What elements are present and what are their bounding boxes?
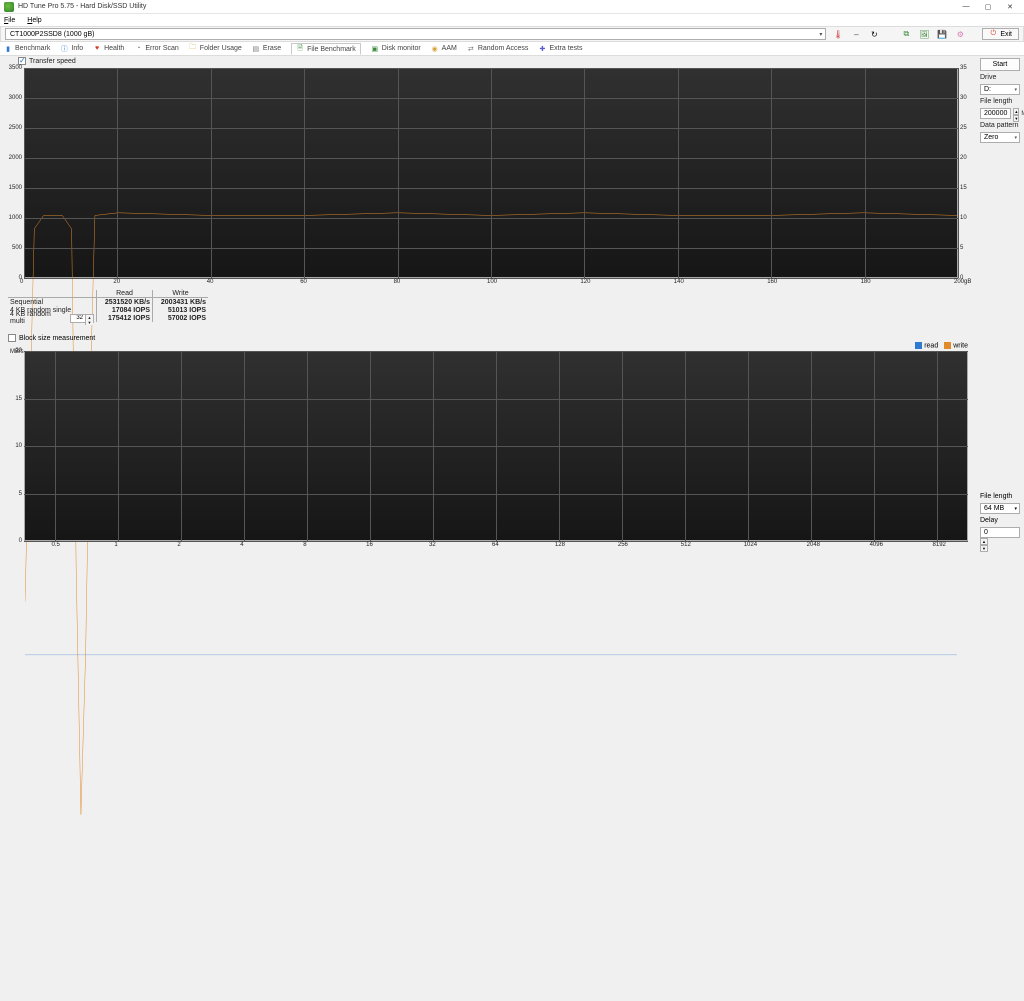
drive-select-value: CT1000P2SSD8 (1000 gB) xyxy=(10,31,94,38)
transfer-controls: Start Drive D: File length 200000 ▲▼ MB … xyxy=(980,58,1020,143)
refresh-icon[interactable]: ↻ xyxy=(868,28,880,40)
tab-info[interactable]: ⓘInfo xyxy=(60,45,83,53)
tab-benchmark[interactable]: ▮Benchmark xyxy=(4,45,50,53)
extra-icon: ✚ xyxy=(538,45,546,53)
file-icon: 🗎 xyxy=(296,45,304,53)
menu-file[interactable]: File xyxy=(4,17,15,24)
delay-input[interactable]: 0 xyxy=(980,527,1020,538)
transfer-chart-zone: Transfer speed 0500100015002000250030003… xyxy=(8,56,974,288)
temperature-value: – xyxy=(850,28,862,40)
monitor-icon: ▣ xyxy=(371,45,379,53)
app-icon xyxy=(4,2,14,12)
chart-icon: ▮ xyxy=(4,45,12,53)
read-swatch xyxy=(915,342,922,349)
temperature-icon[interactable]: 🌡 xyxy=(832,28,844,40)
transfer-legend-label: Transfer speed xyxy=(29,58,76,65)
drive-letter-select[interactable]: D: xyxy=(980,84,1020,95)
aam-icon: ◉ xyxy=(431,45,439,53)
4k-multi-write: 57002 IOPS xyxy=(152,314,208,322)
4k-single-read: 17084 IOPS xyxy=(96,306,152,314)
tab-erase[interactable]: ▤Erase xyxy=(252,45,281,53)
4k-single-write: 51013 IOPS xyxy=(152,306,208,314)
window-title: HD Tune Pro 5.75 - Hard Disk/SSD Utility xyxy=(18,3,956,10)
file-benchmark-panel: Transfer speed 0500100015002000250030003… xyxy=(0,56,1024,557)
row-4k-multi: 4 KB random multi ▲▼ xyxy=(8,314,96,322)
transfer-legend: Transfer speed xyxy=(8,56,974,66)
tab-extra-tests[interactable]: ✚Extra tests xyxy=(538,45,582,53)
erase-icon: ▤ xyxy=(252,45,260,53)
file-length-spinner[interactable]: ▲▼ xyxy=(1013,108,1019,119)
4k-multi-read: 175412 IOPS xyxy=(96,314,152,322)
col-read: Read xyxy=(96,290,152,298)
drive-label: Drive xyxy=(980,74,1020,81)
tab-aam[interactable]: ◉AAM xyxy=(431,45,457,53)
minimize-button[interactable]: — xyxy=(956,2,976,12)
delay-label: Delay xyxy=(980,517,1020,524)
exit-label: Exit xyxy=(1000,31,1012,38)
write-swatch xyxy=(944,342,951,349)
results-table: Read Write Sequential 2531520 KB/s 20034… xyxy=(8,290,974,332)
row-sequential: Sequential xyxy=(8,298,96,306)
title-bar: HD Tune Pro 5.75 - Hard Disk/SSD Utility… xyxy=(0,0,1024,14)
copy-icon[interactable]: ⧉ xyxy=(900,28,912,40)
exit-icon: ⏻ xyxy=(989,30,997,38)
col-write: Write xyxy=(152,290,208,298)
block-file-length-label: File length xyxy=(980,493,1020,500)
block-size-checkbox[interactable] xyxy=(8,334,16,342)
tab-file-benchmark[interactable]: 🗎File Benchmark xyxy=(291,43,361,55)
tab-disk-monitor[interactable]: ▣Disk monitor xyxy=(371,45,421,53)
block-size-row: Block size measurement xyxy=(8,334,95,342)
start-button[interactable]: Start xyxy=(980,58,1020,71)
block-legend: read write xyxy=(915,342,968,349)
block-controls: File length 64 MB▾ Delay 0 ▲▼ xyxy=(980,493,1020,549)
block-file-length-select[interactable]: 64 MB▾ xyxy=(980,503,1020,514)
transfer-speed-checkbox[interactable] xyxy=(18,57,26,65)
maximize-button[interactable]: ▢ xyxy=(978,2,998,12)
tab-random-access[interactable]: ⇄Random Access xyxy=(467,45,529,53)
file-length-input[interactable]: 200000 xyxy=(980,108,1011,119)
file-length-label: File length xyxy=(980,98,1020,105)
tab-folder-usage[interactable]: 🗀Folder Usage xyxy=(189,45,242,53)
menu-bar: File Help xyxy=(0,14,1024,26)
random-icon: ⇄ xyxy=(467,45,475,53)
folder-icon: 🗀 xyxy=(189,45,197,53)
screenshot-icon[interactable]: 🖼 xyxy=(918,28,930,40)
seq-read: 2531520 KB/s xyxy=(96,298,152,306)
info-icon: ⓘ xyxy=(60,45,68,53)
block-size-label: Block size measurement xyxy=(19,335,95,342)
block-chart-zone: read write 05101520MB/s0.512481632641282… xyxy=(8,342,974,553)
tab-bar: ▮Benchmark ⓘInfo ♥Health ◔Error Scan 🗀Fo… xyxy=(0,42,1024,56)
exit-button[interactable]: ⏻ Exit xyxy=(982,28,1019,40)
data-pattern-label: Data pattern xyxy=(980,122,1020,129)
close-button[interactable]: ✕ xyxy=(1000,2,1020,12)
disk-icon: ◔ xyxy=(134,45,142,53)
queue-depth-spinner[interactable]: ▲▼ xyxy=(70,314,94,323)
heart-icon: ♥ xyxy=(93,45,101,53)
tab-error-scan[interactable]: ◔Error Scan xyxy=(134,45,178,53)
save-icon[interactable]: 💾 xyxy=(936,28,948,40)
seq-write: 2003431 KB/s xyxy=(152,298,208,306)
delay-spinner[interactable]: ▲▼ xyxy=(980,538,988,549)
tab-health[interactable]: ♥Health xyxy=(93,45,124,53)
options-icon[interactable]: ⚙ xyxy=(954,28,966,40)
drive-select[interactable]: CT1000P2SSD8 (1000 gB) xyxy=(5,28,826,40)
queue-depth-input[interactable] xyxy=(71,315,85,322)
drive-toolbar: CT1000P2SSD8 (1000 gB) 🌡 – ↻ ⧉ 🖼 💾 ⚙ ⏻ E… xyxy=(0,26,1024,42)
menu-help[interactable]: Help xyxy=(27,17,41,24)
data-pattern-select[interactable]: Zero xyxy=(980,132,1020,143)
